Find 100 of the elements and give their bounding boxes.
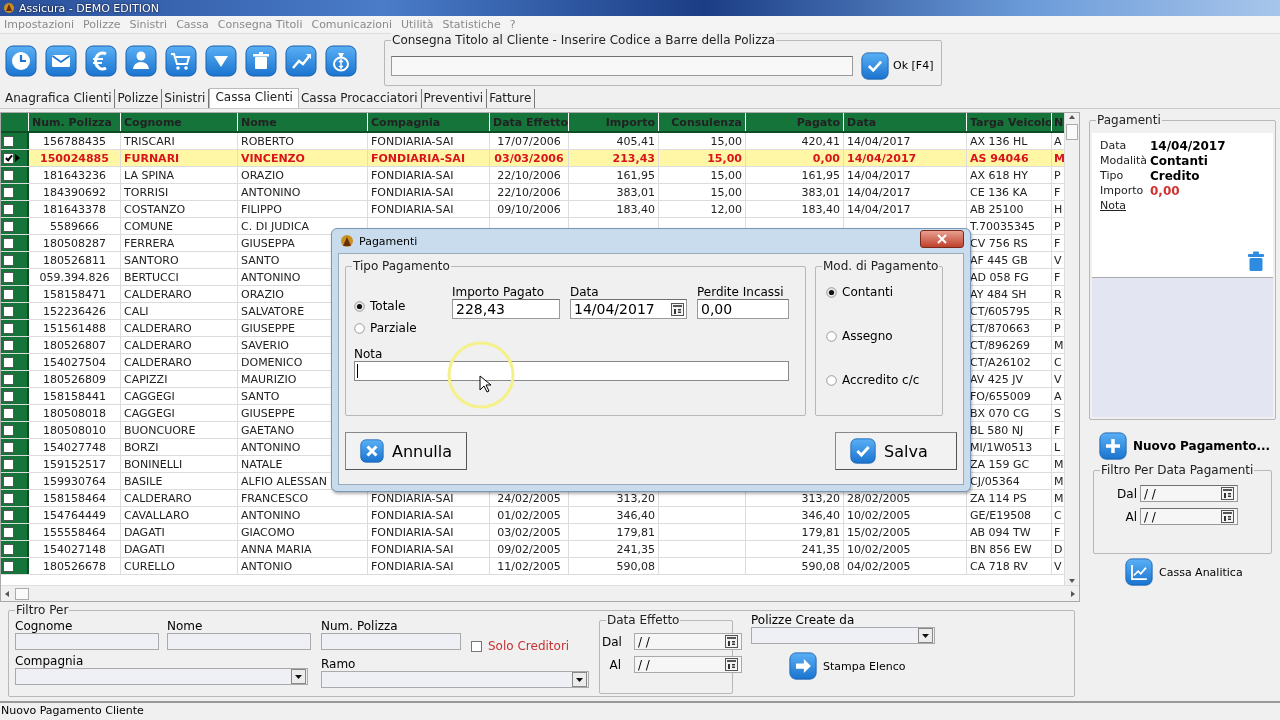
checkbox[interactable] (3, 322, 14, 334)
scroll-thumb[interactable] (1066, 124, 1078, 141)
calendar-icon[interactable] (1221, 510, 1234, 524)
cancel-button[interactable]: Annulla (345, 432, 467, 470)
radio-label[interactable]: Contanti (842, 285, 894, 299)
table-row[interactable]: 150024885 FURNARI VINCENZO FONDIARIA-SAI 03/03/2006 213,43 15,00 0,00 14/04/2017 AS 94046 M (1, 150, 1064, 168)
radio-button[interactable] (826, 374, 837, 386)
checkbox[interactable] (3, 203, 14, 215)
mail-icon[interactable] (45, 44, 77, 77)
note-field[interactable] (354, 361, 789, 381)
checkbox[interactable] (3, 475, 14, 487)
table-cell: GIUSEPPA (241, 236, 295, 250)
tab[interactable]: Cassa Procacciatori (298, 89, 422, 109)
checkbox[interactable] (3, 560, 14, 572)
user-icon[interactable] (125, 44, 157, 77)
checkbox[interactable] (3, 339, 14, 351)
table-row[interactable]: 155558464 DAGATI GIACOMO FONDIARIA-SAI 03/02/2005 179,81 179,81 15/02/2005 AB 094 TW F (1, 524, 1064, 542)
radio-button[interactable] (826, 286, 837, 298)
date-field[interactable]: / / (634, 633, 742, 651)
radio-label[interactable]: Assegno (842, 329, 893, 343)
tab[interactable]: Cassa Clienti (209, 88, 299, 109)
table-row[interactable]: 184390692 TORRISI ANTONINO FONDIARIA-SAI 22/10/2006 383,01 15,00 383,01 14/04/2017 CE 136 KA F (1, 184, 1064, 202)
print-list-button[interactable]: Stampa Elenco (789, 652, 935, 681)
calendar-icon[interactable] (725, 635, 738, 649)
input-field[interactable] (167, 633, 311, 651)
scroll-up-arrow-icon[interactable] (1068, 113, 1076, 122)
radio-button[interactable] (826, 330, 837, 342)
line-chart-icon[interactable] (1125, 558, 1153, 587)
checkbox[interactable] (3, 152, 14, 164)
trend-chart-icon[interactable] (285, 44, 317, 77)
tab[interactable]: Fatture (487, 89, 536, 109)
horizontal-scrollbar[interactable] (1, 585, 1079, 602)
date-field[interactable]: / / (1140, 508, 1238, 526)
currency-icon[interactable] (85, 44, 117, 77)
table-row[interactable]: 154764449 CAVALLARO ANTONINO FONDIARIA-SAI 01/02/2005 346,40 346,40 10/02/2005 GE/E19508 C (1, 507, 1064, 525)
barcode-field[interactable] (391, 55, 853, 76)
calendar-icon[interactable] (1221, 487, 1234, 501)
date-field[interactable]: / / (634, 656, 742, 674)
checkbox[interactable] (3, 424, 14, 436)
trash-icon[interactable] (245, 44, 277, 77)
checkbox[interactable] (3, 543, 14, 555)
checkbox[interactable] (3, 288, 14, 300)
note-link[interactable]: Nota (1100, 199, 1126, 213)
tab[interactable]: Preventivi (421, 89, 488, 109)
table-row[interactable]: 180526678 CURELLO ANTONIO FONDIARIA-SAI 11/02/2005 590,08 590,08 04/02/2005 CA 718 RV V (1, 558, 1064, 576)
checkbox[interactable] (3, 271, 14, 283)
tab[interactable]: Anagrafica Clienti (3, 89, 116, 109)
cart-icon[interactable] (165, 44, 197, 77)
new-payment-button[interactable]: Nuovo Pagamento... (1099, 432, 1276, 461)
analytics-button[interactable]: Cassa Analitica (1125, 558, 1276, 587)
radio-button[interactable] (354, 322, 365, 334)
checkbox[interactable] (3, 356, 14, 368)
calendar-icon[interactable] (671, 302, 684, 316)
checkbox[interactable] (3, 135, 14, 147)
scroll-left-arrow-icon[interactable] (3, 589, 11, 598)
date-field[interactable]: 14/04/2017 (570, 299, 687, 319)
radio-button[interactable] (354, 300, 365, 312)
checkbox[interactable] (3, 254, 14, 266)
tab[interactable]: Polizze (115, 89, 163, 109)
clock-icon[interactable] (5, 44, 37, 77)
checkbox[interactable] (3, 305, 14, 317)
checkbox[interactable] (3, 169, 14, 181)
trash-icon[interactable] (1247, 251, 1265, 272)
scroll-right-arrow-icon[interactable] (1069, 589, 1077, 598)
table-row[interactable]: 154027148 DAGATI ANNA MARIA FONDIARIA-SAI 09/02/2005 241,35 241,35 10/02/2005 BN 856 EW D (1, 541, 1064, 559)
checkmark-icon[interactable] (850, 438, 876, 464)
ok-button[interactable]: Ok [F4] (861, 51, 934, 80)
checkbox[interactable] (3, 186, 14, 198)
vertical-scrollbar[interactable] (1064, 113, 1079, 586)
money-bag-icon[interactable] (325, 44, 357, 77)
scroll-thumb[interactable] (15, 587, 29, 600)
checkbox[interactable] (3, 220, 14, 232)
checkbox[interactable] (3, 526, 14, 538)
radio-label[interactable]: Parziale (370, 321, 417, 335)
save-button[interactable]: Salva (835, 432, 957, 470)
checkbox[interactable] (3, 390, 14, 402)
checkmark-icon[interactable] (861, 51, 889, 80)
checkbox[interactable] (3, 458, 14, 470)
loss-field[interactable]: 0,00 (697, 299, 789, 319)
amount-field[interactable]: 228,43 (452, 299, 560, 319)
field-label: Nome (167, 619, 204, 634)
input-field[interactable] (15, 633, 159, 651)
checkbox[interactable] (3, 492, 14, 504)
checkbox[interactable] (3, 373, 14, 385)
close-icon[interactable] (360, 438, 384, 464)
radio-label[interactable]: Totale (370, 299, 406, 313)
plus-icon[interactable] (1099, 432, 1127, 461)
input-field[interactable] (321, 633, 461, 651)
table-cell: AD 058 FG (970, 270, 1029, 284)
close-button[interactable] (920, 230, 964, 248)
checkbox[interactable] (3, 509, 14, 521)
checkbox[interactable] (3, 441, 14, 453)
checkbox[interactable] (3, 237, 14, 249)
checkbox[interactable] (3, 407, 14, 419)
calendar-icon[interactable] (725, 658, 738, 672)
table-row[interactable]: 181643378 COSTANZO FILIPPO FONDIARIA-SAI 09/10/2006 183,40 12,00 183,40 14/04/2017 AB 25100 H (1, 201, 1064, 219)
radio-label[interactable]: Accredito c/c (842, 373, 920, 387)
checkbox[interactable]: Solo Creditori (471, 639, 570, 654)
table-row[interactable]: 181643236 LA SPINA ORAZIO FONDIARIA-SAI 22/10/2006 161,95 15,00 161,95 14/04/2017 AX 618 HY P (1, 167, 1064, 185)
date-field[interactable]: / / (1140, 485, 1238, 503)
